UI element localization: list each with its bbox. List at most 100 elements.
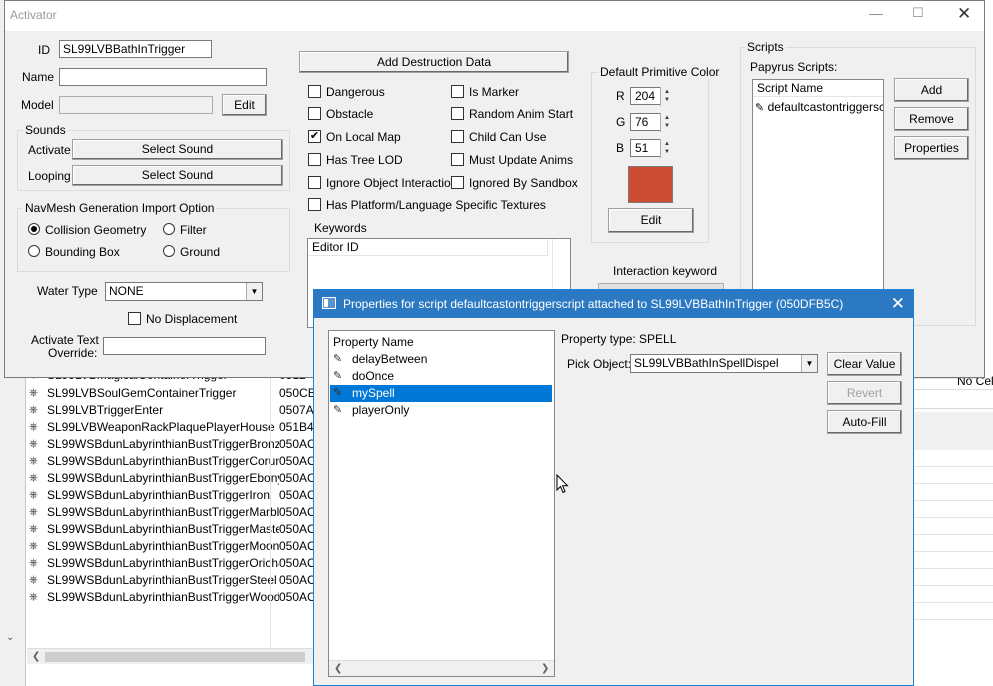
checkbox-must-update-anims[interactable] (451, 153, 464, 166)
property-row[interactable]: ✎ delayBetween (330, 351, 552, 368)
close-icon[interactable]: ✕ (891, 294, 905, 314)
checkbox-has-tree-lod[interactable] (308, 153, 321, 166)
property-list[interactable]: Property Name ✎ delayBetween ✎ doOnce ✎ mySpe… (328, 330, 555, 677)
water-type-select[interactable]: NONE ▼ (105, 282, 263, 301)
label-ignored-by-sandbox: Ignored By Sandbox (469, 176, 578, 190)
scroll-left-icon[interactable]: ❮ (334, 663, 342, 674)
scripts-title: Scripts (745, 40, 786, 54)
list-item[interactable]: ⎈ SL99WSBdunLabyrinthianBustTriggerCorun.… (27, 453, 323, 470)
looping-label: Looping (28, 169, 71, 183)
activator-icon: ⎈ (29, 438, 38, 450)
property-row[interactable]: ✎ playerOnly (330, 402, 552, 419)
no-displacement-checkbox[interactable] (128, 312, 141, 325)
r-spinner[interactable]: ▲ ▼ (660, 87, 673, 106)
clear-value-button[interactable]: Clear Value (827, 352, 902, 376)
left-strip-arrow[interactable]: ⌄ (6, 632, 14, 643)
properties-button[interactable]: Properties (894, 136, 969, 160)
list-item[interactable]: ⎈ SL99LVBTriggerEnter 0507A (27, 402, 323, 419)
auto-fill-button[interactable]: Auto-Fill (827, 410, 902, 434)
radio-bounding-box[interactable] (28, 245, 40, 257)
property-icon: ✎ (333, 387, 343, 399)
water-type-value: NONE (109, 284, 144, 298)
checkbox-on-local-map[interactable]: ✔ (308, 130, 321, 143)
list-item[interactable]: ⎈ SL99LVBWeaponRackPlaquePlayerHouse 051B4 (27, 419, 323, 436)
radio-collision-geometry[interactable] (28, 223, 40, 235)
minimize-icon[interactable]: — (869, 5, 883, 21)
name-label: Name (22, 70, 55, 84)
chevron-down-icon[interactable]: ▼ (801, 355, 817, 372)
property-row[interactable]: ✎ mySpell (330, 385, 552, 402)
scroll-right-icon[interactable]: ❯ (541, 663, 549, 674)
add-destruction-data-button[interactable]: Add Destruction Data (299, 51, 569, 73)
chevron-down-icon[interactable]: ▼ (246, 283, 262, 300)
grid-line (914, 483, 993, 484)
grid-line (914, 602, 993, 603)
script-name-column-header[interactable]: Script Name (753, 80, 883, 97)
list-item[interactable]: ⎈ SL99WSBdunLabyrinthianBustTriggerOricha… (27, 555, 323, 572)
list-item[interactable]: ⎈ SL99WSBdunLabyrinthianBustTriggerEbony 0… (27, 470, 323, 487)
keywords-label: Keywords (314, 221, 367, 235)
checkbox-random-anim-start[interactable] (451, 107, 464, 120)
property-row[interactable]: ✎ doOnce (330, 368, 552, 385)
add-script-button[interactable]: Add (894, 78, 969, 102)
checkbox-ignored-by-sandbox[interactable] (451, 176, 464, 189)
b-spinner[interactable]: ▲ ▼ (660, 139, 673, 158)
g-spinner[interactable]: ▲ ▼ (660, 113, 673, 132)
activate-text-field[interactable] (103, 337, 266, 355)
activator-icon: ⎈ (29, 540, 38, 552)
list-item[interactable]: ⎈ SL99WSBdunLabyrinthianBustTriggerBronze… (27, 436, 323, 453)
script-icon: ✎ (755, 102, 765, 114)
activator-icon: ⎈ (29, 506, 38, 518)
remove-script-button[interactable]: Remove (894, 107, 969, 131)
script-properties-dialog: Properties for script defaultcastontrigg… (313, 289, 914, 686)
editor-id-column-header[interactable]: Editor ID (308, 239, 548, 256)
list-horizontal-scrollbar[interactable]: ❮ (27, 648, 313, 664)
list-item[interactable]: ⎈ SL99WSBdunLabyrinthianBustTriggerIron 05… (27, 487, 323, 504)
list-item[interactable]: ⎈ SL99WSBdunLabyrinthianBustTriggerWood 05… (27, 589, 323, 606)
override-label: Override: (48, 346, 98, 360)
name-field[interactable] (59, 68, 267, 86)
id-field[interactable]: SL99LVBBathInTrigger (59, 40, 212, 58)
g-label: G (616, 115, 626, 129)
color-edit-button[interactable]: Edit (608, 208, 694, 233)
scripts-list[interactable]: Script Name ✎ defaultcastontriggerscript (752, 79, 884, 291)
list-item[interactable]: ⎈ SL99WSBdunLabyrinthianBustTriggerSteel 0… (27, 572, 323, 589)
list-item-name: SL99WSBdunLabyrinthianBustTriggerSteel (47, 573, 277, 587)
pick-object-select[interactable]: SL99LVBBathInSpellDispel ▼ (630, 354, 818, 373)
property-name-column-header[interactable]: Property Name (329, 334, 554, 351)
checkbox-has-platform-language-specific-textures[interactable] (308, 198, 321, 211)
sounds-title: Sounds (23, 123, 68, 137)
label-ignore-object-interaction: Ignore Object Interaction (326, 176, 458, 190)
checkbox-ignore-object-interaction[interactable] (308, 176, 321, 189)
window-title: Activator (10, 8, 57, 22)
list-item[interactable]: ⎈ SL99WSBdunLabyrinthianBustTriggerMoon..… (27, 538, 323, 555)
script-list-item[interactable]: ✎ defaultcastontriggerscript (755, 100, 883, 114)
label-is-marker: Is Marker (469, 85, 520, 99)
scroll-thumb[interactable] (45, 652, 305, 662)
property-name: doOnce (352, 369, 395, 383)
property-list-scrollbar[interactable]: ❮ ❯ (329, 660, 554, 676)
maximize-icon[interactable]: ☐ (912, 5, 924, 21)
scroll-left-icon[interactable]: ❮ (32, 651, 40, 662)
radio-filter[interactable] (163, 223, 175, 235)
list-item[interactable]: ⎈ SL99LVBSoulGemContainerTrigger 050CB (27, 385, 323, 402)
property-name: mySpell (350, 385, 397, 402)
activator-icon: ⎈ (29, 557, 38, 569)
grid-line (914, 585, 993, 586)
checkbox-dangerous[interactable] (308, 85, 321, 98)
grid-line (914, 534, 993, 535)
label-must-update-anims: Must Update Anims (469, 153, 574, 167)
checkbox-obstacle[interactable] (308, 107, 321, 120)
checkbox-child-can-use[interactable] (451, 130, 464, 143)
close-icon[interactable]: ✕ (957, 4, 971, 24)
list-item[interactable]: ⎈ SL99WSBdunLabyrinthianBustTriggerMarble… (27, 504, 323, 521)
activate-select-sound-button[interactable]: Select Sound (72, 139, 283, 160)
radio-ground[interactable] (163, 245, 175, 257)
list-item[interactable]: ⎈ SL99WSBdunLabyrinthianBustTriggerMaster… (27, 521, 323, 538)
looping-select-sound-button[interactable]: Select Sound (72, 165, 283, 186)
model-edit-button[interactable]: Edit (222, 94, 267, 116)
activate-label: Activate (28, 143, 71, 157)
model-label: Model (21, 98, 54, 112)
activator-icon: ⎈ (29, 523, 38, 535)
checkbox-is-marker[interactable] (451, 85, 464, 98)
